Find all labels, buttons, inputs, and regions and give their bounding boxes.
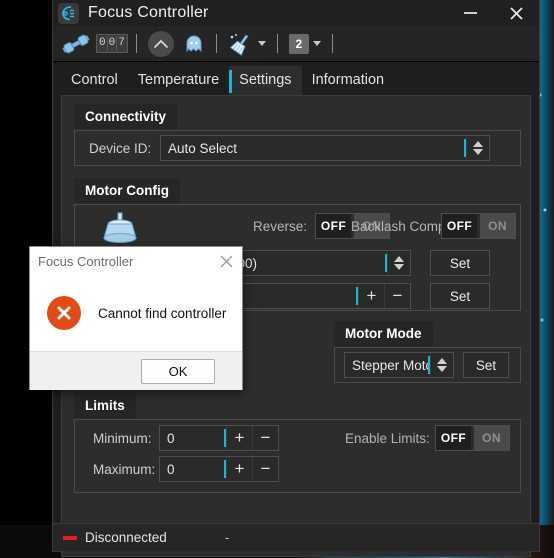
status-bar: Disconnected - — [53, 523, 539, 551]
step-size-value: 2 — [288, 33, 309, 54]
dialog-ok-button[interactable]: OK — [141, 358, 215, 384]
spinner-updown-icon-3[interactable] — [430, 353, 453, 377]
maximum-value: 0 — [167, 461, 175, 477]
spinner-updown-icon-2[interactable] — [387, 251, 410, 275]
window-title: Focus Controller — [88, 4, 209, 21]
connectivity-title: Connectivity — [74, 104, 178, 129]
window-titlebar[interactable]: Focus Controller — [53, 0, 539, 26]
broom-icon — [229, 33, 249, 56]
motor-mode-set-button[interactable]: Set — [463, 352, 509, 378]
dialog-footer: OK — [30, 351, 242, 390]
tab-temperature[interactable]: Temperature — [128, 66, 229, 95]
dialog-message: Cannot find controller — [98, 305, 227, 321]
toolbar-separator-4 — [331, 34, 333, 53]
tab-settings[interactable]: Settings — [229, 66, 302, 95]
close-icon — [509, 6, 523, 20]
clean-button[interactable] — [225, 29, 269, 59]
minimum-spinbox[interactable]: 0 + − — [159, 425, 279, 451]
dialog-body: Cannot find controller — [30, 275, 242, 351]
motor-mode-body: Stepper Motor Set — [334, 347, 521, 383]
tab-bar: Control Temperature Settings Information — [53, 62, 539, 95]
connectivity-body: Device ID: Auto Select — [74, 130, 521, 166]
device-id-combobox[interactable]: Auto Select — [160, 135, 490, 161]
connection-status-text: Disconnected — [85, 530, 167, 545]
counter-digit-3: 7 — [118, 37, 125, 49]
maximum-decrement-button[interactable]: − — [252, 457, 278, 481]
position-set-button[interactable]: Set — [430, 283, 490, 309]
counter-digit-2: 0 — [108, 36, 118, 51]
tab-information[interactable]: Information — [302, 66, 395, 95]
connection-status-indicator — [63, 535, 77, 540]
decrement-button[interactable]: − — [384, 284, 410, 308]
close-button[interactable] — [493, 0, 539, 26]
toolbar-separator-3 — [276, 34, 278, 53]
maximum-increment-button[interactable]: + — [226, 457, 252, 481]
plug-connector-icon — [62, 34, 90, 53]
caret-down-icon[interactable] — [257, 41, 266, 46]
counter-digit-1: 0 — [99, 36, 108, 51]
minimum-decrement-button[interactable]: − — [252, 426, 278, 450]
device-id-value: Auto Select — [168, 140, 238, 156]
device-id-label: Device ID: — [89, 141, 152, 156]
toolbar-separator — [135, 34, 137, 53]
window-controls — [447, 0, 539, 26]
step-counter: 0 0 7 — [96, 34, 128, 53]
minimum-increment-button[interactable]: + — [226, 426, 252, 450]
backlash-off-segment[interactable]: OFF — [442, 214, 477, 238]
backlash-on-segment[interactable]: ON — [480, 214, 515, 238]
maximum-spinbox[interactable]: 0 + − — [159, 456, 279, 482]
error-dialog: Focus Controller Cannot find controller … — [29, 246, 243, 390]
ghost-button[interactable] — [180, 29, 208, 59]
dialog-title: Focus Controller — [38, 253, 134, 269]
backlash-label: Backlash Comp: — [351, 219, 450, 234]
connectivity-group: Connectivity Device ID: Auto Select — [74, 104, 521, 166]
minimize-icon — [463, 12, 477, 14]
motor-mode-title: Motor Mode — [334, 321, 433, 346]
enable-limits-toggle[interactable]: OFF ON — [435, 425, 510, 451]
maximum-label: Maximum: — [93, 462, 156, 477]
motor-mode-combobox[interactable]: Stepper Motor — [344, 352, 454, 378]
increment-button[interactable]: + — [358, 284, 384, 308]
limits-group: Limits Minimum: 0 + − Maximum: 0 + − Ena… — [74, 393, 521, 493]
move-up-button[interactable] — [145, 29, 177, 59]
backlash-toggle[interactable]: OFF ON — [441, 213, 516, 239]
spinner-updown-icon[interactable] — [466, 136, 489, 160]
status-detail-text: - — [224, 530, 230, 545]
caret-down-icon-2[interactable] — [312, 41, 321, 46]
limits-body: Minimum: 0 + − Maximum: 0 + − Enable Lim… — [74, 419, 521, 493]
enable-limits-on-segment[interactable]: ON — [474, 426, 509, 450]
tab-control[interactable]: Control — [61, 66, 128, 95]
enable-limits-label: Enable Limits: — [345, 431, 430, 446]
limits-title: Limits — [74, 393, 136, 418]
motor-mode-value: Stepper Motor — [352, 357, 428, 373]
steps-set-button[interactable]: Set — [430, 250, 490, 276]
minimum-label: Minimum: — [93, 431, 152, 446]
enable-limits-off-segment[interactable]: OFF — [436, 426, 471, 450]
close-x-icon — [220, 255, 232, 267]
toolbar-separator-2 — [215, 34, 217, 53]
dialog-titlebar[interactable]: Focus Controller — [30, 247, 242, 275]
reverse-off-segment[interactable]: OFF — [316, 214, 351, 238]
connect-button[interactable] — [59, 29, 93, 59]
step-size-selector[interactable]: 2 — [286, 29, 324, 59]
dialog-close-button[interactable] — [216, 251, 236, 271]
screen: Focus Controller 0 0 7 2 Control Tempera… — [0, 0, 554, 558]
minimize-button[interactable] — [447, 0, 493, 26]
reverse-label: Reverse: — [253, 219, 308, 234]
minimum-value: 0 — [167, 430, 175, 446]
chevron-up-icon — [147, 30, 174, 57]
motor-config-title: Motor Config — [74, 178, 180, 203]
main-toolbar: 0 0 7 2 — [53, 26, 539, 62]
error-x-circle-icon — [47, 296, 81, 330]
focuser-icon — [58, 2, 79, 24]
motor-mode-group: Motor Mode Stepper Motor Set — [334, 321, 521, 383]
ghost-icon — [186, 35, 202, 53]
